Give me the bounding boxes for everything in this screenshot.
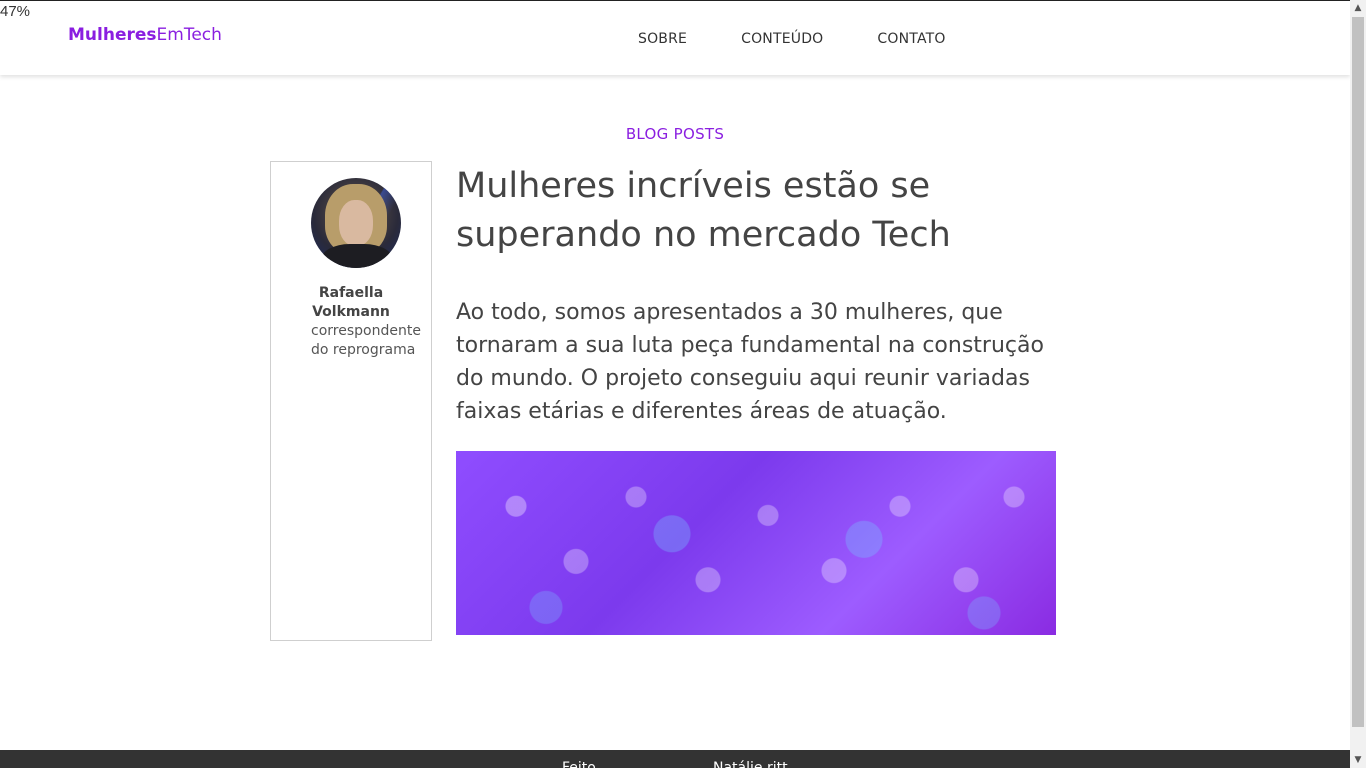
brand-name-bold: Mulheres	[68, 25, 157, 45]
post-image-group-photo	[456, 451, 1056, 635]
navbar: MulheresEmTech SOBRE CONTEÚDO CONTATO	[0, 0, 1350, 75]
scroll-down-arrow-icon[interactable]: ▼	[1350, 752, 1366, 768]
scroll-thumb[interactable]	[1352, 17, 1364, 727]
post-body: Ao todo, somos apresentados a 30 mulhere…	[456, 300, 1044, 424]
post-title: Mulheres incríveis estão se superando no…	[456, 166, 951, 255]
author-card: Rafaella Volkmann correspondente do repr…	[270, 161, 432, 641]
brand-logo[interactable]: MulheresEmTech	[68, 25, 222, 45]
vertical-scrollbar[interactable]: ▲ ▼	[1350, 0, 1366, 768]
footer-credit-left: Feito	[562, 760, 596, 768]
footer-credit-right: Natálie ritt	[713, 760, 788, 768]
nav-link-conteudo[interactable]: CONTEÚDO	[741, 31, 823, 47]
author-role: correspondente do reprograma	[311, 323, 421, 358]
nav-link-sobre[interactable]: SOBRE	[638, 31, 687, 47]
nav-link-contato[interactable]: CONTATO	[877, 31, 945, 47]
section-title: BLOG POSTS	[625, 125, 725, 143]
brand-name-light: EmTech	[156, 25, 222, 45]
author-name: Rafaella Volkmann	[312, 285, 390, 320]
scroll-up-arrow-icon[interactable]: ▲	[1350, 0, 1366, 16]
footer: Feito Natálie ritt	[0, 750, 1350, 768]
zoom-level: 47%	[0, 3, 31, 20]
author-avatar	[311, 178, 401, 268]
main-nav: SOBRE CONTEÚDO CONTATO	[638, 31, 1000, 47]
